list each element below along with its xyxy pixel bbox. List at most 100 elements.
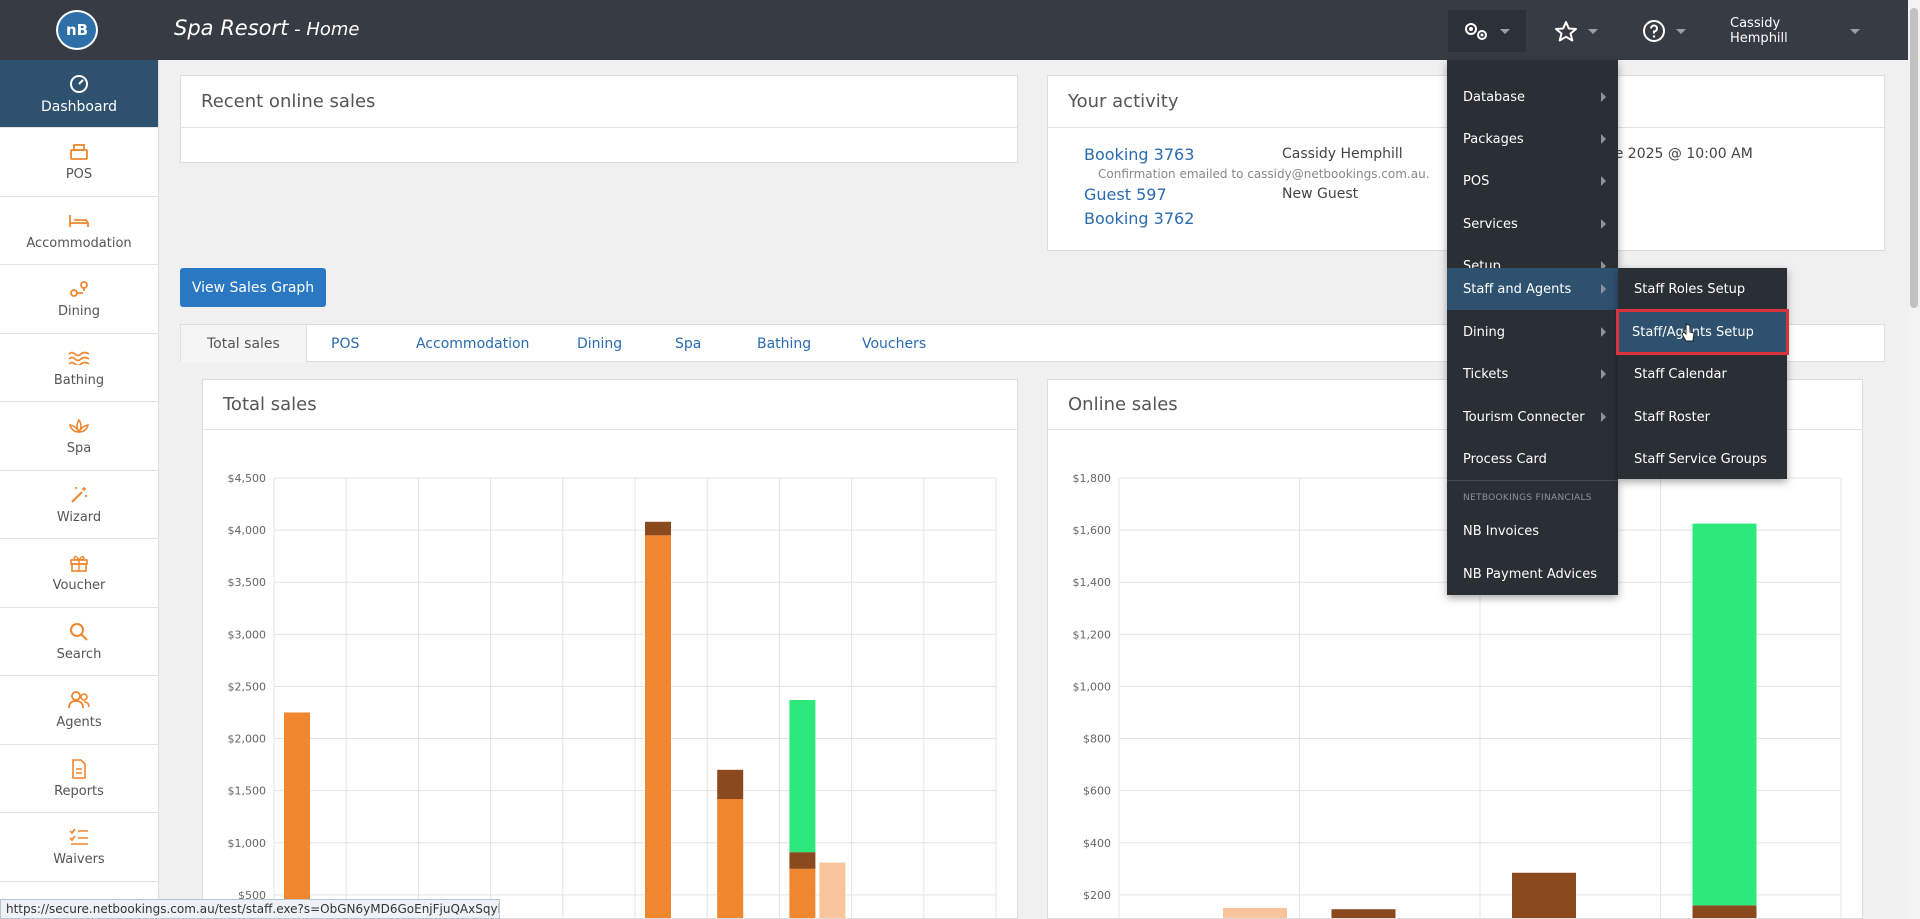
chevron-right-icon	[1601, 369, 1606, 379]
tab-dining[interactable]: Dining	[577, 325, 622, 363]
sidebar-item-label: Spa	[66, 441, 92, 457]
chart-bar	[284, 712, 310, 918]
activity-note: New Guest	[1282, 186, 1359, 202]
chevron-right-icon	[1601, 284, 1606, 294]
chevron-right-icon	[1601, 134, 1606, 144]
chevron-right-icon	[1601, 219, 1606, 229]
chart-bar	[1223, 907, 1287, 918]
chevron-down-icon	[1500, 28, 1510, 34]
help-menu-button[interactable]	[1640, 10, 1694, 52]
sidebar-item-pos[interactable]: POS	[0, 128, 158, 197]
chevron-right-icon	[1601, 176, 1606, 186]
staff-and-agents-submenu: Staff Roles Setup Staff/Agents Setup Sta…	[1616, 268, 1789, 479]
booking-link[interactable]: Booking 3763	[1084, 145, 1194, 164]
bed-icon	[69, 214, 89, 227]
booking-link[interactable]: Booking 3762	[1084, 209, 1194, 228]
y-tick-label: $600	[1083, 785, 1111, 798]
y-tick-label: $1,800	[1073, 472, 1112, 485]
guest-link[interactable]: Guest 597	[1084, 185, 1167, 204]
gear-icon	[1465, 23, 1487, 40]
sidebar-item-label: Dashboard	[41, 98, 117, 115]
sidebar-item-label: Waivers	[53, 852, 105, 868]
total-sales-panel: Total sales $500 $1,000 $1,500 $2,000 $2,500…	[202, 379, 1018, 919]
y-tick-label: $800	[1083, 733, 1111, 746]
chevron-right-icon	[1601, 412, 1606, 422]
chart-title: Total sales	[203, 380, 1017, 430]
sidebar-item-reports[interactable]: Reports	[0, 745, 158, 813]
chevron-down-icon	[1588, 28, 1598, 34]
tab-total-sales[interactable]: Total sales	[181, 325, 307, 363]
help-icon	[1643, 20, 1665, 42]
chevron-down-icon	[1676, 28, 1686, 34]
menu-item-nb-payment-advices[interactable]: NB Payment Advices	[1447, 554, 1618, 594]
submenu-item-staff-roster[interactable]: Staff Roster	[1618, 397, 1787, 437]
vertical-scrollbar[interactable]	[1908, 0, 1920, 919]
route-icon	[70, 281, 88, 298]
netbookings-logo[interactable]: nB	[56, 10, 98, 50]
y-tick-label: $1,000	[1073, 680, 1112, 693]
tab-pos[interactable]: POS	[331, 325, 359, 363]
menu-item-packages[interactable]: Packages	[1447, 119, 1618, 159]
favourites-menu-button[interactable]	[1550, 10, 1606, 52]
chart-bar	[645, 521, 671, 536]
chart-bar	[1692, 905, 1757, 918]
activity-date: une 2025 @ 10:00 AM	[1597, 146, 1753, 162]
y-tick-label: $2,000	[228, 733, 267, 746]
sidebar-item-waivers[interactable]: Waivers	[0, 813, 158, 882]
y-tick-label: $400	[1083, 837, 1111, 850]
gift-icon	[70, 555, 88, 573]
y-tick-label: $1,400	[1073, 576, 1112, 589]
menu-item-database[interactable]: Database	[1447, 77, 1618, 117]
panel-title: Recent online sales	[181, 76, 1017, 128]
menu-item-process-card[interactable]: Process Card	[1447, 439, 1618, 479]
sidebar-item-spa[interactable]: Spa	[0, 402, 158, 471]
page-title: Spa Resort - Home	[174, 16, 359, 40]
sidebar-item-dining[interactable]: Dining	[0, 265, 158, 334]
settings-menu-button[interactable]	[1448, 10, 1526, 52]
users-icon	[68, 691, 90, 709]
menu-item-pos[interactable]: POS	[1447, 161, 1618, 201]
sidebar-item-accommodation[interactable]: Accommodation	[0, 197, 158, 265]
chart-bar	[717, 769, 744, 800]
view-sales-graph-button[interactable]: View Sales Graph	[180, 268, 326, 307]
user-menu-button[interactable]: Cassidy Hemphill	[1730, 10, 1860, 52]
menu-item-nb-invoices[interactable]: NB Invoices	[1447, 511, 1618, 551]
y-tick-label: $4,000	[228, 524, 267, 537]
sidebar-item-bathing[interactable]: Bathing	[0, 334, 158, 402]
menu-item-services[interactable]: Services	[1447, 204, 1618, 244]
page-subtitle: - Home	[288, 19, 360, 40]
tab-spa[interactable]: Spa	[675, 325, 701, 363]
submenu-item-staff-roles-setup[interactable]: Staff Roles Setup	[1618, 269, 1787, 309]
tab-accommodation[interactable]: Accommodation	[416, 325, 529, 363]
chart-bar	[819, 862, 846, 918]
menu-section-label: NETBOOKINGS FINANCIALS	[1463, 493, 1592, 503]
sidebar-item-voucher[interactable]: Voucher	[0, 539, 158, 608]
sidebar-item-search[interactable]: Search	[0, 608, 158, 676]
tab-vouchers[interactable]: Vouchers	[862, 325, 926, 363]
submenu-item-staff-service-groups[interactable]: Staff Service Groups	[1618, 439, 1787, 479]
tab-bathing[interactable]: Bathing	[757, 325, 811, 363]
menu-item-tourism-connecter[interactable]: Tourism Connecter	[1447, 397, 1618, 437]
y-tick-label: $2,500	[228, 680, 267, 693]
y-tick-label: $1,600	[1073, 524, 1112, 537]
sidebar-item-label: Wizard	[56, 509, 102, 525]
sidebar-item-label: Voucher	[52, 578, 106, 594]
lotus-icon	[68, 418, 90, 434]
sidebar: Dashboard POS Accommodation Dining Bathi…	[0, 60, 159, 919]
menu-item-staff-and-agents[interactable]: Staff and Agents	[1447, 268, 1618, 310]
menu-item-tickets[interactable]: Tickets	[1447, 354, 1618, 394]
submenu-item-staff-calendar[interactable]: Staff Calendar	[1618, 354, 1787, 394]
sidebar-item-label: Bathing	[53, 372, 105, 388]
menu-item-dining[interactable]: Dining	[1447, 312, 1618, 352]
chevron-right-icon	[1601, 327, 1606, 337]
y-tick-label: $200	[1083, 889, 1111, 902]
scrollbar-thumb[interactable]	[1910, 8, 1918, 308]
sidebar-item-dashboard[interactable]: Dashboard	[0, 60, 158, 128]
chart-bar	[789, 699, 816, 853]
top-bar: nB Spa Resort - Home Cassidy Hemphill	[0, 0, 1908, 60]
sidebar-item-agents[interactable]: Agents	[0, 676, 158, 745]
submenu-item-staff-agents-setup[interactable]: Staff/Agents Setup	[1616, 309, 1789, 355]
sidebar-item-wizard[interactable]: Wizard	[0, 471, 158, 539]
status-bar-url: https://secure.netbookings.com.au/test/s…	[0, 899, 500, 919]
y-tick-label: $3,500	[228, 576, 267, 589]
